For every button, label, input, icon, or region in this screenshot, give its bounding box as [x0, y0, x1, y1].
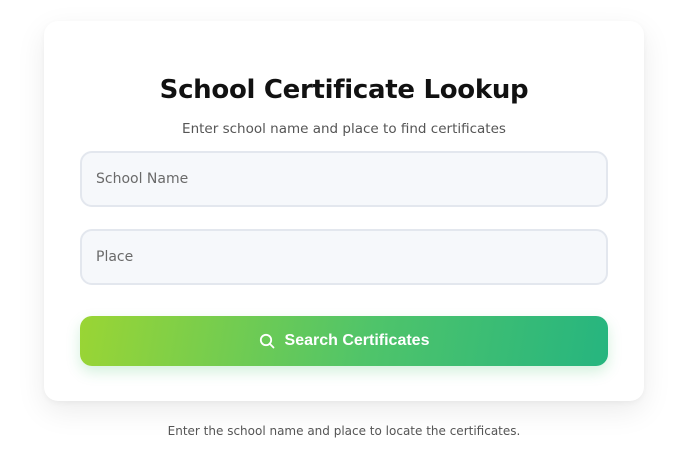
page-subtitle: Enter school name and place to find cert…: [182, 121, 506, 137]
helper-text: Enter the school name and place to locat…: [167, 424, 521, 438]
search-button-label: Search Certificates: [284, 332, 430, 349]
search-certificates-button[interactable]: Search Certificates: [80, 316, 608, 366]
search-icon: [259, 333, 275, 349]
school-name-input[interactable]: [80, 151, 608, 207]
page: School Certificate Lookup Enter school n…: [0, 0, 688, 457]
page-title: School Certificate Lookup: [159, 75, 529, 105]
place-input[interactable]: [80, 229, 608, 285]
